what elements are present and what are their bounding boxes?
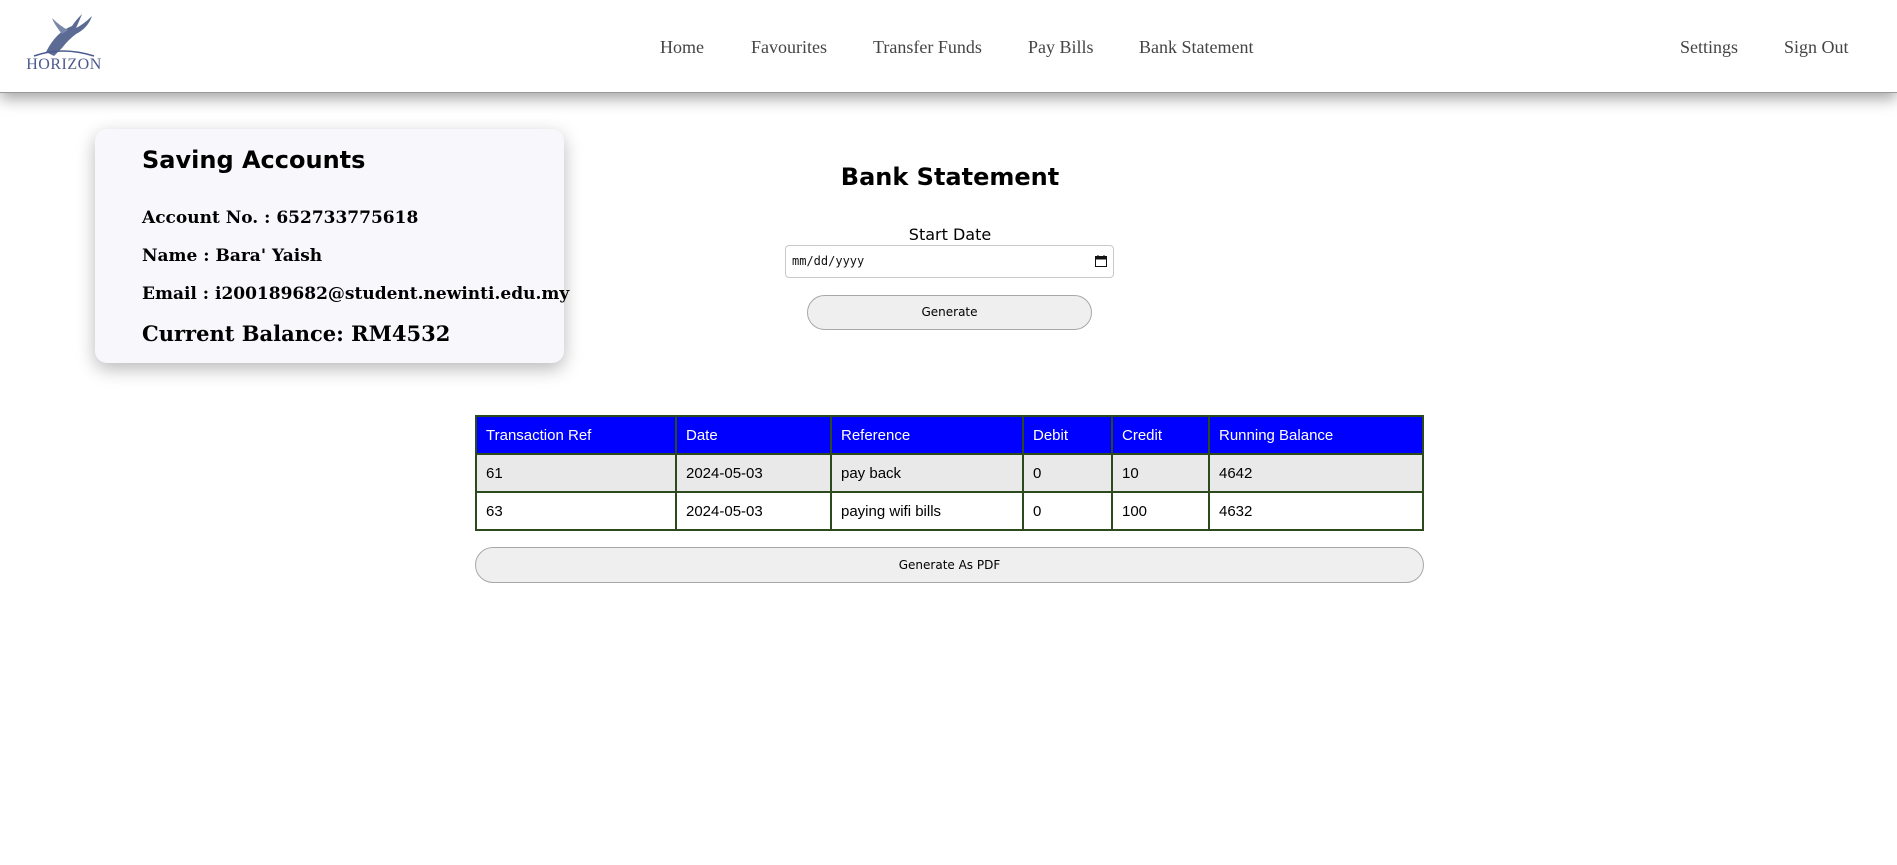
cell-debit: 0 xyxy=(1022,453,1113,493)
col-header-reference: Reference xyxy=(830,415,1024,455)
horizon-logo[interactable]: HORIZON xyxy=(24,12,104,74)
start-date-input[interactable]: mm/dd/yyyy xyxy=(785,245,1114,278)
start-date-label: Start Date xyxy=(908,225,992,244)
nav-pay-bills[interactable]: Pay Bills xyxy=(1028,37,1094,58)
account-card: Saving Accounts Account No. : 6527337756… xyxy=(95,129,569,363)
cell-credit: 100 xyxy=(1111,491,1210,531)
nav-transfer-funds[interactable]: Transfer Funds xyxy=(873,37,982,58)
heron-logo-icon xyxy=(33,14,95,57)
generate-pdf-button[interactable]: Generate As PDF xyxy=(475,547,1424,583)
calendar-icon[interactable] xyxy=(1095,255,1107,267)
cell-credit: 10 xyxy=(1111,453,1210,493)
nav-home[interactable]: Home xyxy=(660,37,704,58)
cell-transaction-ref: 63 xyxy=(475,491,677,531)
col-header-debit: Debit xyxy=(1022,415,1113,455)
nav-settings[interactable]: Settings xyxy=(1680,37,1738,58)
account-number: Account No. : 652733775618 xyxy=(142,208,419,228)
col-header-running-balance: Running Balance xyxy=(1208,415,1424,455)
statement-table: Transaction Ref Date Reference Debit Cre… xyxy=(475,415,1424,531)
generate-button[interactable]: Generate xyxy=(807,295,1092,330)
logo-text: HORIZON xyxy=(26,56,102,73)
cell-transaction-ref: 61 xyxy=(475,453,677,493)
account-holder-name: Name : Bara' Yaish xyxy=(142,246,323,266)
cell-date: 2024-05-03 xyxy=(675,491,832,531)
nav-bank-statement[interactable]: Bank Statement xyxy=(1139,37,1253,58)
col-header-transaction-ref: Transaction Ref xyxy=(475,415,677,455)
cell-reference: paying wifi bills xyxy=(830,491,1024,531)
cell-running-balance: 4632 xyxy=(1208,491,1424,531)
cell-date: 2024-05-03 xyxy=(675,453,832,493)
current-balance: Current Balance: RM4532 xyxy=(142,321,451,346)
table-row: 63 2024-05-03 paying wifi bills 0 100 46… xyxy=(475,491,1424,531)
cell-running-balance: 4642 xyxy=(1208,453,1424,493)
account-type-title: Saving Accounts xyxy=(142,146,366,174)
table-row: 61 2024-05-03 pay back 0 10 4642 xyxy=(475,453,1424,493)
nav-sign-out[interactable]: Sign Out xyxy=(1784,37,1849,58)
col-header-credit: Credit xyxy=(1111,415,1210,455)
nav-favourites[interactable]: Favourites xyxy=(751,37,827,58)
page-title: Bank Statement xyxy=(840,163,1060,191)
date-placeholder: mm/dd/yyyy xyxy=(792,254,865,268)
cell-debit: 0 xyxy=(1022,491,1113,531)
table-header-row: Transaction Ref Date Reference Debit Cre… xyxy=(475,415,1424,455)
top-navbar: HORIZON Home Favourites Transfer Funds P… xyxy=(0,0,1897,93)
account-email: Email : i200189682@student.newinti.edu.m… xyxy=(142,284,570,304)
col-header-date: Date xyxy=(675,415,832,455)
cell-reference: pay back xyxy=(830,453,1024,493)
